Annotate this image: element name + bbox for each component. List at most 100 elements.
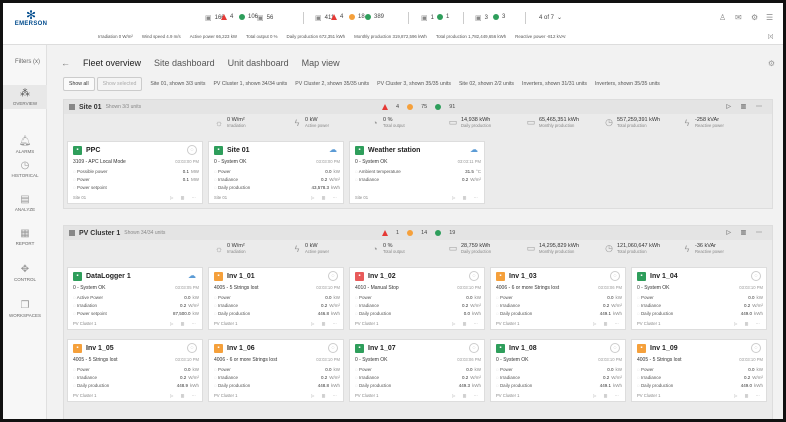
unit-title[interactable]: Inv 1_02 [368, 273, 396, 280]
tab-unit-dashboard[interactable]: Unit dashboard [228, 58, 289, 68]
status-circle-icon[interactable]: ◌ [469, 343, 479, 353]
top-count[interactable]: 389 [365, 14, 384, 20]
status-circle-icon[interactable]: ◌ [610, 343, 620, 353]
card-actions[interactable]: ▷ ▥ ⋯ [311, 393, 340, 398]
unit-card[interactable]: ▪ Inv 1_04 ◌ 0 - System OK 03:03:10 PM Pow… [631, 267, 767, 330]
cloud-icon[interactable]: ☁ [187, 271, 197, 281]
filter-chip[interactable]: PV Cluster 3, shown 35/35 units [377, 81, 451, 87]
card-actions[interactable]: ▷ ▥ ⋯ [593, 393, 622, 398]
unit-card[interactable]: ▪ Inv 1_06 ◌ 4006 - 6 or more Strings los… [208, 339, 344, 402]
card-actions[interactable]: ▷ ▥ ⋯ [311, 321, 340, 326]
status-circle-icon[interactable]: ◌ [469, 271, 479, 281]
pager[interactable]: 4 of 7 ⌄ [539, 14, 562, 22]
unit-title[interactable]: Inv 1_03 [509, 273, 537, 280]
card-actions[interactable]: ▷ ▥ ⋯ [170, 393, 199, 398]
unit-card[interactable]: ▪ Site 01 ☁ 0 - System OK 03:03:00 PM Powe… [208, 141, 344, 204]
top-count[interactable]: 4 [221, 14, 233, 20]
sidebar-item-overview[interactable]: ⁂ OVERVIEW [3, 85, 47, 109]
unit-title[interactable]: PPC [86, 147, 100, 154]
unit-card[interactable]: ▪ DataLogger 1 ☁ 0 - System OK 03:03:05 PM… [67, 267, 203, 330]
filter-chip[interactable]: Site 02, shown 2/2 units [459, 81, 514, 87]
unit-title[interactable]: Inv 1_04 [650, 273, 678, 280]
section-header[interactable]: PV Cluster 1 Shown 34/34 units 1 14 19 ▷… [64, 226, 772, 240]
stats-expand-icon[interactable]: [x] [768, 34, 773, 40]
filter-chip[interactable]: PV Cluster 1, shown 34/34 units [213, 81, 287, 87]
unit-card[interactable]: ▪ Inv 1_02 ◌ 4010 - Manual Stop 03:03:10 P… [349, 267, 485, 330]
filter-chip[interactable]: Inverters, shown 35/35 units [595, 81, 660, 87]
sidebar-item-historical[interactable]: ◷ HISTORICAL [3, 157, 47, 181]
top-count[interactable]: 1 [437, 14, 449, 20]
card-actions[interactable]: ▷ ▥ ⋯ [170, 195, 199, 200]
status-circle-icon[interactable]: ◌ [751, 271, 761, 281]
cloud-icon[interactable]: ☁ [469, 145, 479, 155]
card-actions[interactable]: ▷ ▥ ⋯ [452, 195, 481, 200]
emerson-logo[interactable]: ✻ EMERSON [11, 9, 51, 27]
unit-title[interactable]: DataLogger 1 [86, 273, 131, 280]
unit-title[interactable]: Inv 1_05 [86, 345, 114, 352]
unit-title[interactable]: Inv 1_01 [227, 273, 255, 280]
unit-card[interactable]: ▪ Inv 1_09 ◌ 4005 - 5 Strings lost 03:03:1… [631, 339, 767, 402]
unit-card[interactable]: ▪ Inv 1_07 ◌ 0 - System OK 03:03:06 PM Pow… [349, 339, 485, 402]
unit-card[interactable]: ▪ Inv 1_05 ◌ 4005 - 5 Strings lost 03:03:1… [67, 339, 203, 402]
unit-card[interactable]: ▪ Weather station ☁ 0 - System OK 03:03:11… [349, 141, 485, 204]
menu-icon[interactable]: ☰ [766, 13, 773, 22]
sidebar-item-workspaces[interactable]: ❐ WORKSPACES [3, 297, 47, 321]
cloud-icon[interactable]: ☁ [328, 145, 338, 155]
card-actions[interactable]: ▷ ▥ ⋯ [452, 321, 481, 326]
unit-title[interactable]: Site 01 [227, 147, 250, 154]
status-circle-icon[interactable]: ◌ [187, 145, 197, 155]
tab-site-dashboard[interactable]: Site dashboard [154, 58, 215, 68]
unit-card[interactable]: ▪ Inv 1_01 ◌ 4005 - 5 Strings lost 03:03:1… [208, 267, 344, 330]
section-actions[interactable]: ▷ ▥ ⋯ [726, 229, 766, 236]
filter-chip[interactable]: Inverters, shown 31/31 units [522, 81, 587, 87]
tab-map-view[interactable]: Map view [302, 58, 340, 68]
section-actions[interactable]: ▷ ▥ ⋯ [726, 103, 766, 110]
status-circle-icon[interactable]: ◌ [328, 271, 338, 281]
tab-fleet-overview[interactable]: Fleet overview [83, 58, 141, 68]
dot-green-icon [437, 14, 443, 20]
top-count[interactable]: 18 [349, 14, 365, 20]
status-circle-icon[interactable]: ◌ [610, 271, 620, 281]
sidebar-item-control[interactable]: ✥ CONTROL [3, 261, 47, 285]
filter-chip[interactable]: Site 01, shown 3/3 units [150, 81, 205, 87]
card-actions[interactable]: ▷ ▥ ⋯ [734, 321, 763, 326]
sidebar-item-analyze[interactable]: ▤ ANALYZE [3, 191, 47, 215]
card-actions[interactable]: ▷ ▥ ⋯ [593, 321, 622, 326]
top-count[interactable]: 3 [493, 14, 505, 20]
show-all-button[interactable]: Show all [63, 77, 95, 91]
unit-title[interactable]: Weather station [368, 147, 420, 154]
status-circle-icon[interactable]: ◌ [751, 343, 761, 353]
collapse-icon[interactable] [69, 104, 75, 110]
unit-title[interactable]: Inv 1_06 [227, 345, 255, 352]
section-header[interactable]: Site 01 Shown 3/3 units 4 75 91 ▷ ▥ ⋯ [64, 100, 772, 114]
top-count[interactable]: ▣ 3 [475, 14, 488, 22]
unit-title[interactable]: Inv 1_07 [368, 345, 396, 352]
card-actions[interactable]: ▷ ▥ ⋯ [452, 393, 481, 398]
status-circle-icon[interactable]: ◌ [187, 343, 197, 353]
status-circle-icon[interactable]: ◌ [328, 343, 338, 353]
card-actions[interactable]: ▷ ▥ ⋯ [170, 321, 199, 326]
back-arrow-icon[interactable]: ← [61, 58, 70, 68]
top-count[interactable]: 4 [331, 14, 343, 20]
filters-toggle[interactable]: Filters (x) [15, 59, 40, 65]
card-actions[interactable]: ▷ ▥ ⋯ [311, 195, 340, 200]
card-actions[interactable]: ▷ ▥ ⋯ [734, 393, 763, 398]
settings-gear-icon[interactable]: ⚙ [768, 59, 775, 68]
device-icon: ▣ [421, 15, 428, 22]
unit-card[interactable]: ▪ Inv 1_03 ◌ 4006 - 6 or more Strings los… [490, 267, 626, 330]
user-icon[interactable]: ♙ [719, 13, 726, 22]
gear-icon[interactable]: ⚙ [751, 13, 758, 22]
show-selected-button[interactable]: Show selected [96, 77, 143, 91]
unit-title[interactable]: Inv 1_09 [650, 345, 678, 352]
sidebar-item-report[interactable]: ▦ REPORT [3, 225, 47, 249]
unit-title[interactable]: Inv 1_08 [509, 345, 537, 352]
mail-icon[interactable]: ✉ [735, 13, 742, 22]
unit-card[interactable]: ▪ PPC ◌ 3109 - APC Local Mode 03:03:00 PM … [67, 141, 203, 204]
top-count[interactable]: ▣ 1 [421, 14, 434, 22]
top-count[interactable]: ▣ 56 [257, 14, 273, 22]
sidebar-item-alarms[interactable]: 🔔︎ ALARMS [3, 133, 47, 157]
collapse-icon[interactable] [69, 230, 75, 236]
filter-chip[interactable]: PV Cluster 2, shown 35/35 units [295, 81, 369, 87]
top-count[interactable]: 106 [239, 14, 258, 20]
unit-card[interactable]: ▪ Inv 1_08 ◌ 0 - System OK 03:03:10 PM Pow… [490, 339, 626, 402]
